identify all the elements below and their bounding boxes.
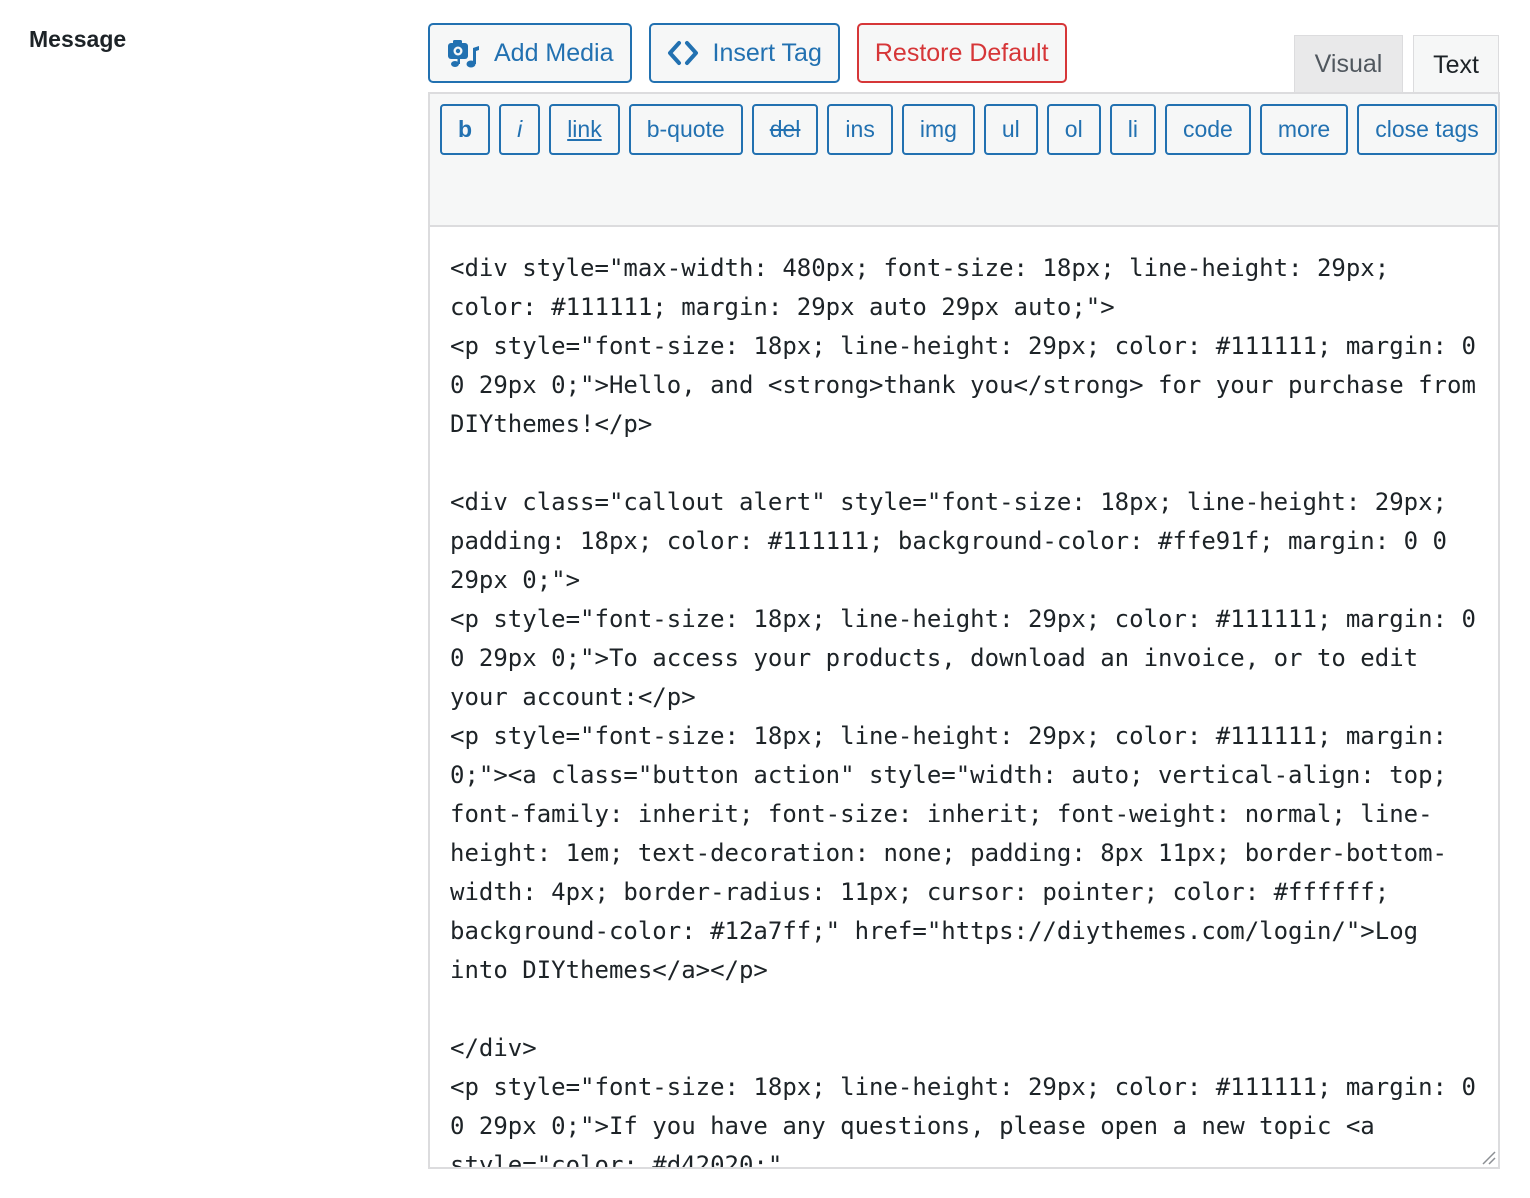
- quicktag-more-button[interactable]: more: [1259, 104, 1349, 155]
- add-media-label: Add Media: [494, 38, 614, 67]
- insert-tag-label: Insert Tag: [712, 38, 822, 67]
- quicktag-ins-button[interactable]: ins: [827, 104, 893, 155]
- quicktag-ul-button[interactable]: ul: [983, 104, 1038, 155]
- quicktag-link-button[interactable]: link: [549, 104, 620, 155]
- quicktags-toolbar: b i link b-quote del ins img ul ol li co…: [430, 94, 1498, 227]
- tab-visual[interactable]: Visual: [1294, 35, 1403, 93]
- quicktag-code-button[interactable]: code: [1164, 104, 1251, 155]
- quicktag-close-tags-button[interactable]: close tags: [1357, 104, 1497, 155]
- quicktag-ol-button[interactable]: ol: [1046, 104, 1101, 155]
- quicktag-img-button[interactable]: img: [901, 104, 975, 155]
- restore-default-button[interactable]: Restore Default: [856, 23, 1067, 83]
- quicktag-bold-button[interactable]: b: [440, 104, 491, 155]
- editor-tabs: Visual Text: [1294, 35, 1499, 94]
- insert-tag-button[interactable]: Insert Tag: [648, 23, 840, 83]
- quicktag-bquote-button[interactable]: b-quote: [628, 104, 743, 155]
- quicktag-li-button[interactable]: li: [1109, 104, 1156, 155]
- media-icon: [446, 36, 480, 70]
- resize-handle-icon[interactable]: [1478, 1147, 1496, 1165]
- media-buttons-bar: Add Media Insert Tag Restore Default: [428, 23, 1067, 83]
- quicktag-del-button[interactable]: del: [751, 104, 819, 155]
- code-brackets-icon: [667, 40, 699, 66]
- tab-text[interactable]: Text: [1413, 35, 1499, 94]
- html-content-textarea[interactable]: <div style="max-width: 480px; font-size:…: [430, 227, 1498, 1167]
- restore-default-label: Restore Default: [874, 38, 1049, 67]
- quicktag-italic-button[interactable]: i: [499, 104, 541, 155]
- message-field-label: Message: [29, 26, 127, 52]
- text-editor: b i link b-quote del ins img ul ol li co…: [428, 92, 1500, 1169]
- add-media-button[interactable]: Add Media: [428, 23, 632, 83]
